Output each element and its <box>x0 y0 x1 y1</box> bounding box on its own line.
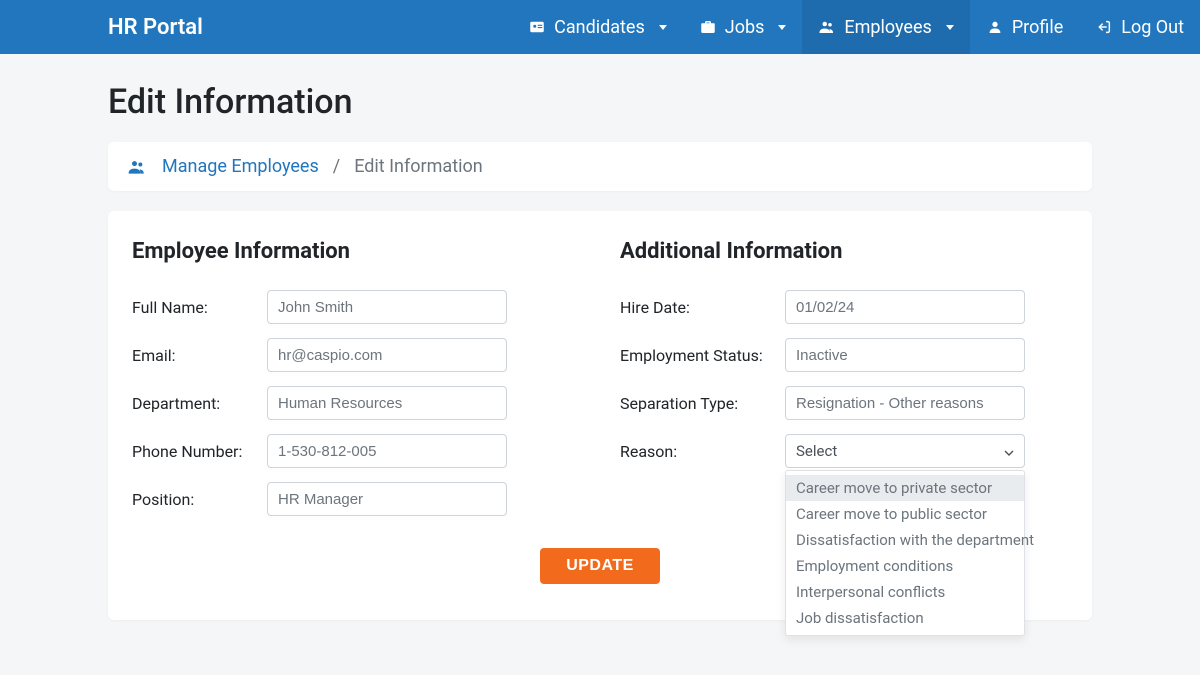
hire-date-label: Hire Date: <box>620 298 785 317</box>
nav-profile[interactable]: Profile <box>970 0 1079 54</box>
reason-option[interactable]: Career move to public sector <box>786 501 1024 527</box>
brand[interactable]: HR Portal <box>108 15 512 40</box>
chevron-down-icon <box>946 25 954 30</box>
chevron-down-icon <box>659 25 667 30</box>
chevron-down-icon <box>778 25 786 30</box>
reason-option[interactable]: Job dissatisfaction <box>786 605 1024 631</box>
id-card-icon <box>528 18 546 36</box>
position-input[interactable] <box>267 482 507 516</box>
phone-label: Phone Number: <box>132 442 267 461</box>
page-title: Edit Information <box>108 82 1092 122</box>
reason-option[interactable]: Interpersonal conflicts <box>786 579 1024 605</box>
department-label: Department: <box>132 394 267 413</box>
employment-status-input[interactable] <box>785 338 1025 372</box>
phone-input[interactable] <box>267 434 507 468</box>
reason-dropdown: Career move to private sector Career mov… <box>785 470 1025 636</box>
breadcrumb-separator: / <box>333 156 340 177</box>
reason-label: Reason: <box>620 442 785 461</box>
breadcrumb: Manage Employees / Edit Information <box>108 142 1092 191</box>
separation-type-input[interactable] <box>785 386 1025 420</box>
email-input[interactable] <box>267 338 507 372</box>
employment-status-label: Employment Status: <box>620 346 785 365</box>
nav-jobs-label: Jobs <box>725 17 765 38</box>
update-button[interactable]: UPDATE <box>540 548 660 584</box>
employee-info-section: Employee Information Full Name: Email: D… <box>132 239 580 530</box>
full-name-input[interactable] <box>267 290 507 324</box>
users-icon <box>818 18 836 36</box>
nav-employees[interactable]: Employees <box>802 0 969 54</box>
hire-date-input[interactable] <box>785 290 1025 324</box>
position-label: Position: <box>132 490 267 509</box>
chevron-down-icon <box>1004 442 1014 460</box>
main-container: Edit Information Manage Employees / Edit… <box>108 54 1092 620</box>
reason-select[interactable]: Select <box>785 434 1025 468</box>
user-icon <box>986 18 1004 36</box>
nav-items: Candidates Jobs Employees Profile <box>512 0 1200 54</box>
briefcase-icon <box>699 18 717 36</box>
nav-profile-label: Profile <box>1012 17 1063 38</box>
form-card: Employee Information Full Name: Email: D… <box>108 211 1092 620</box>
nav-logout[interactable]: Log Out <box>1079 0 1200 54</box>
employee-info-title: Employee Information <box>132 239 580 264</box>
breadcrumb-manage-employees[interactable]: Manage Employees <box>162 156 319 177</box>
email-label: Email: <box>132 346 267 365</box>
logout-icon <box>1095 18 1113 36</box>
additional-info-title: Additional Information <box>620 239 1068 264</box>
nav-employees-label: Employees <box>844 17 931 38</box>
nav-logout-label: Log Out <box>1121 17 1184 38</box>
nav-candidates-label: Candidates <box>554 17 645 38</box>
additional-info-section: Additional Information Hire Date: Employ… <box>620 239 1068 530</box>
department-input[interactable] <box>267 386 507 420</box>
separation-type-label: Separation Type: <box>620 394 785 413</box>
users-icon <box>126 157 148 177</box>
reason-option[interactable]: Dissatisfaction with the department <box>786 527 1024 553</box>
nav-candidates[interactable]: Candidates <box>512 0 683 54</box>
full-name-label: Full Name: <box>132 298 267 317</box>
breadcrumb-current: Edit Information <box>354 156 482 177</box>
reason-option[interactable]: Career move to private sector <box>786 475 1024 501</box>
nav-jobs[interactable]: Jobs <box>683 0 803 54</box>
reason-option[interactable]: Employment conditions <box>786 553 1024 579</box>
reason-selected-value: Select <box>796 442 837 460</box>
navbar: HR Portal Candidates Jobs Employees <box>0 0 1200 54</box>
